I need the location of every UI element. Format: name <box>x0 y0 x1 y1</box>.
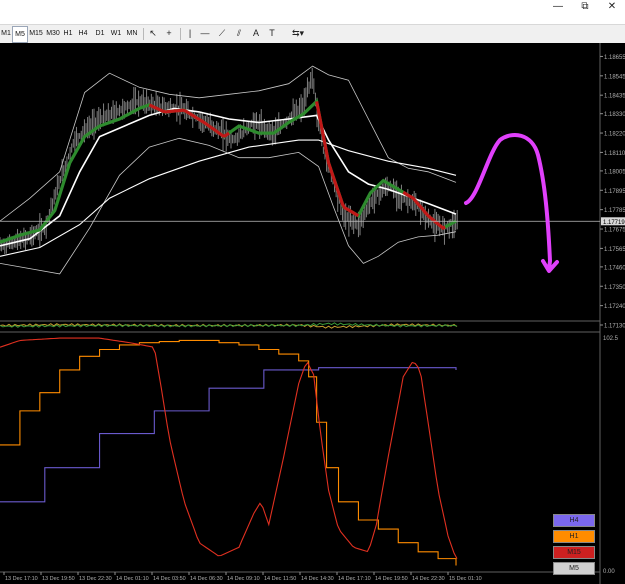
price-axis: 1.18655 1.18545 1.18435 1.18330 1.18220 1.181… <box>600 55 625 330</box>
price-tick-label: 1.18330 <box>604 112 625 118</box>
toolbar-separator <box>143 28 144 40</box>
timeframe-w1[interactable]: W1 <box>110 26 122 41</box>
legend-m5: M5 <box>553 562 595 575</box>
time-tick-label: 14 Dec 01:10 <box>116 576 149 582</box>
cursor-icon[interactable]: ↖ <box>146 26 160 41</box>
price-tick-label: 1.17460 <box>604 265 625 271</box>
time-tick-label: 14 Dec 11:50 <box>264 576 296 582</box>
title-bar: — ⧉ ✕ <box>0 0 625 14</box>
horizontal-line-icon[interactable]: — <box>198 26 212 41</box>
time-tick-label: 13 Dec 19:50 <box>42 576 75 582</box>
time-tick-label: 14 Dec 22:30 <box>412 576 445 582</box>
price-tick-label: 1.18005 <box>604 169 625 175</box>
timeframe-m5[interactable]: M5 <box>12 26 28 43</box>
trendline-icon[interactable]: ⟋ <box>215 26 229 41</box>
price-tick-label: 1.18110 <box>604 151 625 157</box>
price-tick-label: 1.17130 <box>604 324 625 330</box>
minimize-button[interactable]: — <box>545 0 571 14</box>
price-tick-label: 1.18220 <box>604 132 625 138</box>
label-icon[interactable]: T <box>265 26 279 41</box>
crosshair-icon[interactable]: + <box>162 26 176 41</box>
shapes-icon[interactable]: ⇆▾ <box>283 26 313 41</box>
chart-canvas[interactable]: 1.18655 1.18545 1.18435 1.18330 1.18220 1.181… <box>0 43 625 584</box>
vertical-line-icon[interactable]: | <box>183 26 197 41</box>
current-price-label: 1.17719 <box>603 220 625 226</box>
timeframe-h1[interactable]: H1 <box>62 26 74 41</box>
toolbar: M1 M5 M15 M30 H1 H4 D1 W1 MN ↖ + | — ⟋ ⫽… <box>0 24 625 44</box>
channel-icon[interactable]: ⫽ <box>232 26 246 41</box>
timeframe-h4[interactable]: H4 <box>77 26 89 41</box>
legend-h1: H1 <box>553 530 595 543</box>
legend-h4: H4 <box>553 514 595 527</box>
price-tick-label: 1.18435 <box>604 94 625 100</box>
time-tick-label: 14 Dec 19:50 <box>375 576 408 582</box>
timeframe-mn[interactable]: MN <box>125 26 139 41</box>
price-tick-label: 1.17565 <box>604 247 625 253</box>
price-tick-label: 1.17240 <box>604 304 625 310</box>
toolbar-separator <box>180 28 181 40</box>
time-tick-label: 13 Dec 22:30 <box>79 576 112 582</box>
time-tick-label: 14 Dec 14:30 <box>301 576 334 582</box>
price-tick-label: 1.17350 <box>604 285 625 291</box>
price-tick-label: 1.18655 <box>604 55 625 61</box>
indicator-tick-label: 0.00 <box>603 569 615 575</box>
time-tick-label: 15 Dec 01:10 <box>449 576 482 582</box>
time-tick-label: 14 Dec 06:30 <box>190 576 223 582</box>
time-tick-label: 14 Dec 03:50 <box>153 576 186 582</box>
timeframe-m1[interactable]: M1 <box>0 26 12 41</box>
price-tick-label: 1.18545 <box>604 74 625 80</box>
legend-m15: M15 <box>553 546 595 559</box>
price-tick-label: 1.17675 <box>604 228 625 234</box>
price-tick-label: 1.17785 <box>604 208 625 214</box>
time-tick-label: 14 Dec 17:10 <box>338 576 371 582</box>
timeframe-m15[interactable]: M15 <box>28 26 44 41</box>
indicator-tick-label: 102.5 <box>603 336 619 342</box>
text-icon[interactable]: A <box>249 26 263 41</box>
close-button[interactable]: ✕ <box>599 0 625 14</box>
timeframe-m30[interactable]: M30 <box>45 26 61 41</box>
price-tick-label: 1.17895 <box>604 189 625 195</box>
timeframe-d1[interactable]: D1 <box>94 26 106 41</box>
time-tick-label: 13 Dec 17:10 <box>5 576 38 582</box>
time-tick-label: 14 Dec 09:10 <box>227 576 260 582</box>
restore-button[interactable]: ⧉ <box>572 0 598 14</box>
